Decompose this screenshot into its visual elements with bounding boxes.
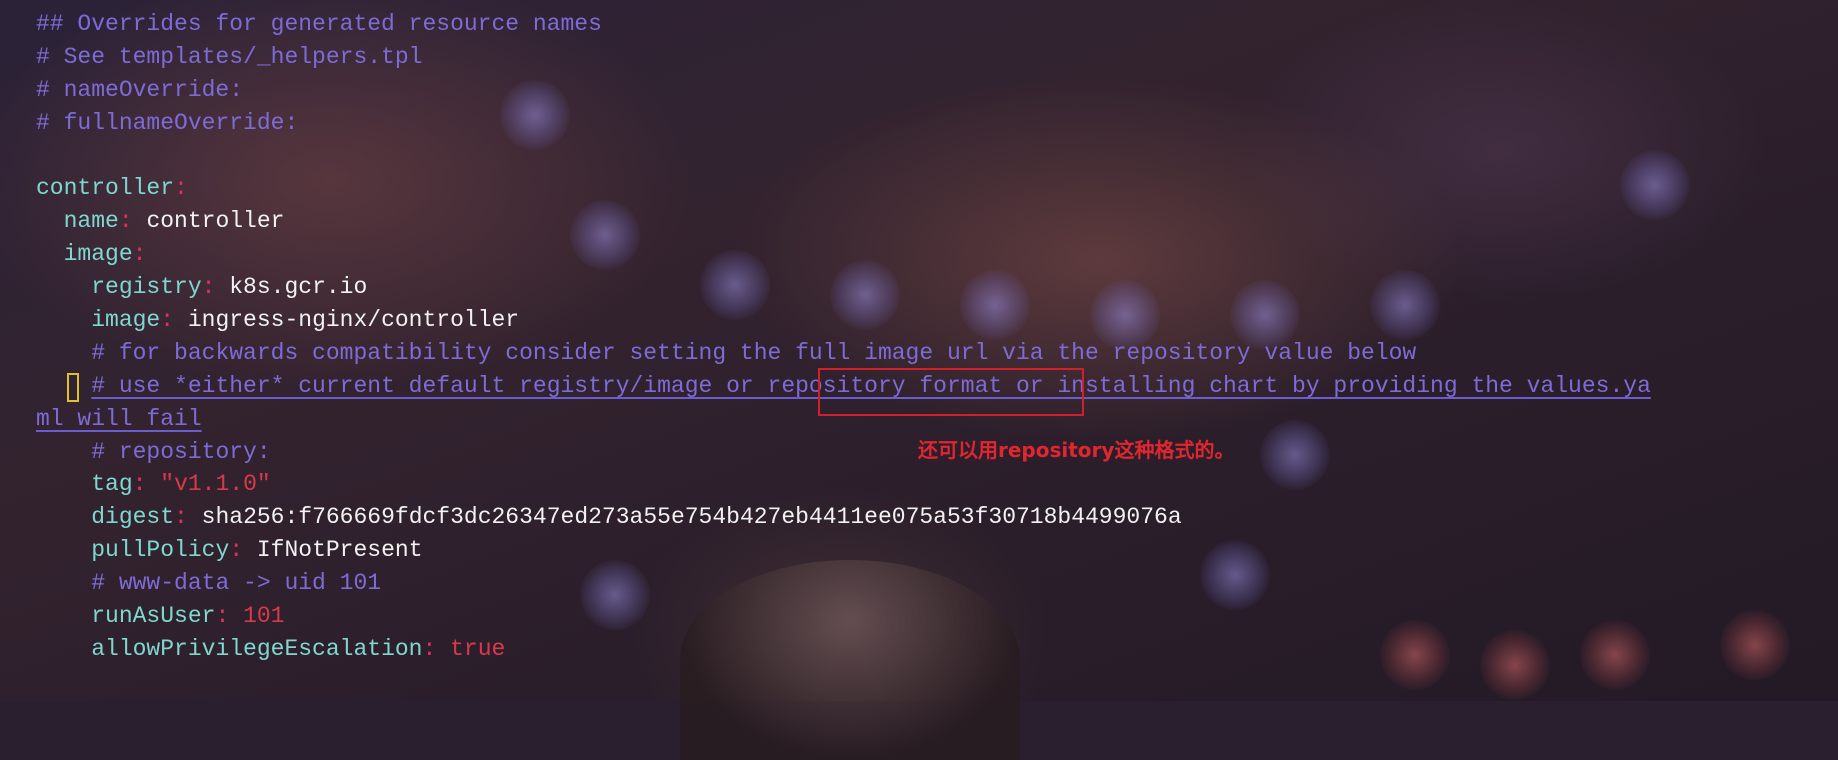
code-line-empty[interactable]: [36, 140, 1651, 173]
code-line[interactable]: tag: "v1.1.0": [36, 468, 1651, 501]
comment: ## Overrides for generated resource name…: [36, 11, 602, 37]
yaml-key: tag: [91, 471, 133, 498]
yaml-colon: :: [132, 241, 147, 268]
code-line[interactable]: allowPrivilegeEscalation: true: [36, 633, 1651, 666]
annotation-note: 还可以用repository这种格式的。: [918, 438, 1235, 462]
yaml-value: [229, 603, 243, 629]
yaml-key: image: [91, 307, 161, 334]
code-line[interactable]: controller:: [36, 172, 1651, 205]
yaml-value: controller: [132, 208, 285, 235]
yaml-colon: :: [174, 504, 188, 531]
code-line[interactable]: # nameOverride:: [36, 74, 1651, 107]
comment: # nameOverride:: [36, 76, 244, 103]
comment: # for backwards compatibility consider s…: [91, 339, 1417, 366]
code-line[interactable]: # repository:: [36, 436, 1651, 469]
yaml-colon: :: [215, 603, 230, 630]
yaml-key: controller: [36, 175, 175, 202]
yaml-value: [146, 471, 160, 497]
comment: # www-data -> uid 101: [91, 570, 382, 597]
yaml-colon: :: [160, 307, 175, 334]
yaml-colon: :: [174, 175, 188, 202]
code-line[interactable]: name: controller: [36, 205, 1651, 238]
code-line[interactable]: digest: sha256:f766669fdcf3dc26347ed273a…: [36, 501, 1651, 534]
code-line[interactable]: # for backwards compatibility consider s…: [36, 337, 1651, 370]
code-editor[interactable]: ## Overrides for generated resource name…: [36, 8, 1651, 666]
code-line[interactable]: runAsUser: 101: [36, 600, 1651, 633]
yaml-key: allowPrivilegeEscalation: [91, 635, 423, 662]
code-line[interactable]: image:: [36, 238, 1651, 271]
yaml-value: k8s.gcr.io: [215, 274, 368, 301]
yaml-colon: :: [132, 471, 147, 498]
yaml-key: pullPolicy: [91, 537, 230, 564]
yaml-string: "v1.1.0": [160, 471, 271, 498]
yaml-value: sha256:f766669fdcf3dc26347ed273a55e754b4…: [187, 504, 1182, 531]
code-line[interactable]: image: ingress-nginx/controller: [36, 304, 1651, 337]
yaml-key: name: [63, 208, 119, 235]
code-line[interactable]: # www-data -> uid 101: [36, 567, 1651, 600]
yaml-boolean: true: [450, 635, 506, 662]
yaml-value: [436, 636, 450, 662]
code-line[interactable]: ## Overrides for generated resource name…: [36, 8, 1651, 41]
code-line[interactable]: pullPolicy: IfNotPresent: [36, 534, 1651, 567]
code-line[interactable]: registry: k8s.gcr.io: [36, 271, 1651, 304]
yaml-key: image: [63, 241, 133, 268]
yaml-colon: :: [229, 537, 244, 564]
yaml-value: IfNotPresent: [243, 537, 423, 564]
yaml-colon: :: [422, 635, 437, 662]
yaml-key: runAsUser: [91, 603, 216, 630]
code-line[interactable]: # See templates/_helpers.tpl: [36, 41, 1651, 74]
text-cursor: [67, 373, 79, 402]
yaml-colon: :: [118, 208, 133, 235]
annotation-highlight-box: [818, 368, 1084, 416]
code-line[interactable]: # fullnameOverride:: [36, 107, 1651, 140]
yaml-key: digest: [91, 504, 175, 531]
comment-wrapped-continuation: ml will fail: [36, 405, 202, 432]
comment: # See templates/_helpers.tpl: [36, 43, 423, 70]
comment: # fullnameOverride:: [36, 109, 299, 136]
yaml-number: 101: [243, 603, 285, 630]
wallpaper-light: [1720, 610, 1790, 680]
yaml-key: registry: [91, 274, 202, 301]
yaml-value: ingress-nginx/controller: [174, 307, 520, 334]
yaml-colon: :: [201, 274, 216, 301]
comment: # repository:: [91, 438, 271, 465]
